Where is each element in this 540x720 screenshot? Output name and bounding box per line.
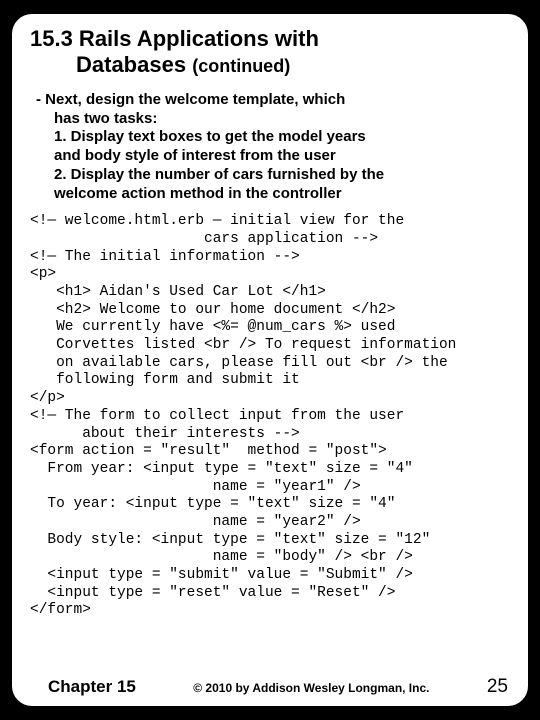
bullet-intro: - Next, design the welcome template, whi… <box>36 91 510 110</box>
code-block: <!— welcome.html.erb — initial view for … <box>30 213 510 672</box>
chapter-label: Chapter 15 <box>48 677 136 697</box>
bullet-2b: welcome action method in the controller <box>54 185 510 204</box>
title-line-1: 15.3 Rails Applications with <box>30 26 510 52</box>
slide-title: 15.3 Rails Applications with Databases (… <box>30 26 510 79</box>
title-line-2: Databases (continued) <box>76 52 510 78</box>
bullet-1b: and body style of interest from the user <box>54 147 510 166</box>
bullet-intro-2: has two tasks: <box>54 110 510 129</box>
footer: Chapter 15 © 2010 by Addison Wesley Long… <box>30 672 510 698</box>
slide: 15.3 Rails Applications with Databases (… <box>10 12 530 708</box>
bullet-list: - Next, design the welcome template, whi… <box>36 91 510 204</box>
bullet-1a: 1. Display text boxes to get the model y… <box>54 128 510 147</box>
copyright-text: © 2010 by Addison Wesley Longman, Inc. <box>193 681 429 695</box>
bullet-2a: 2. Display the number of cars furnished … <box>54 166 510 185</box>
page-number: 25 <box>487 676 508 698</box>
